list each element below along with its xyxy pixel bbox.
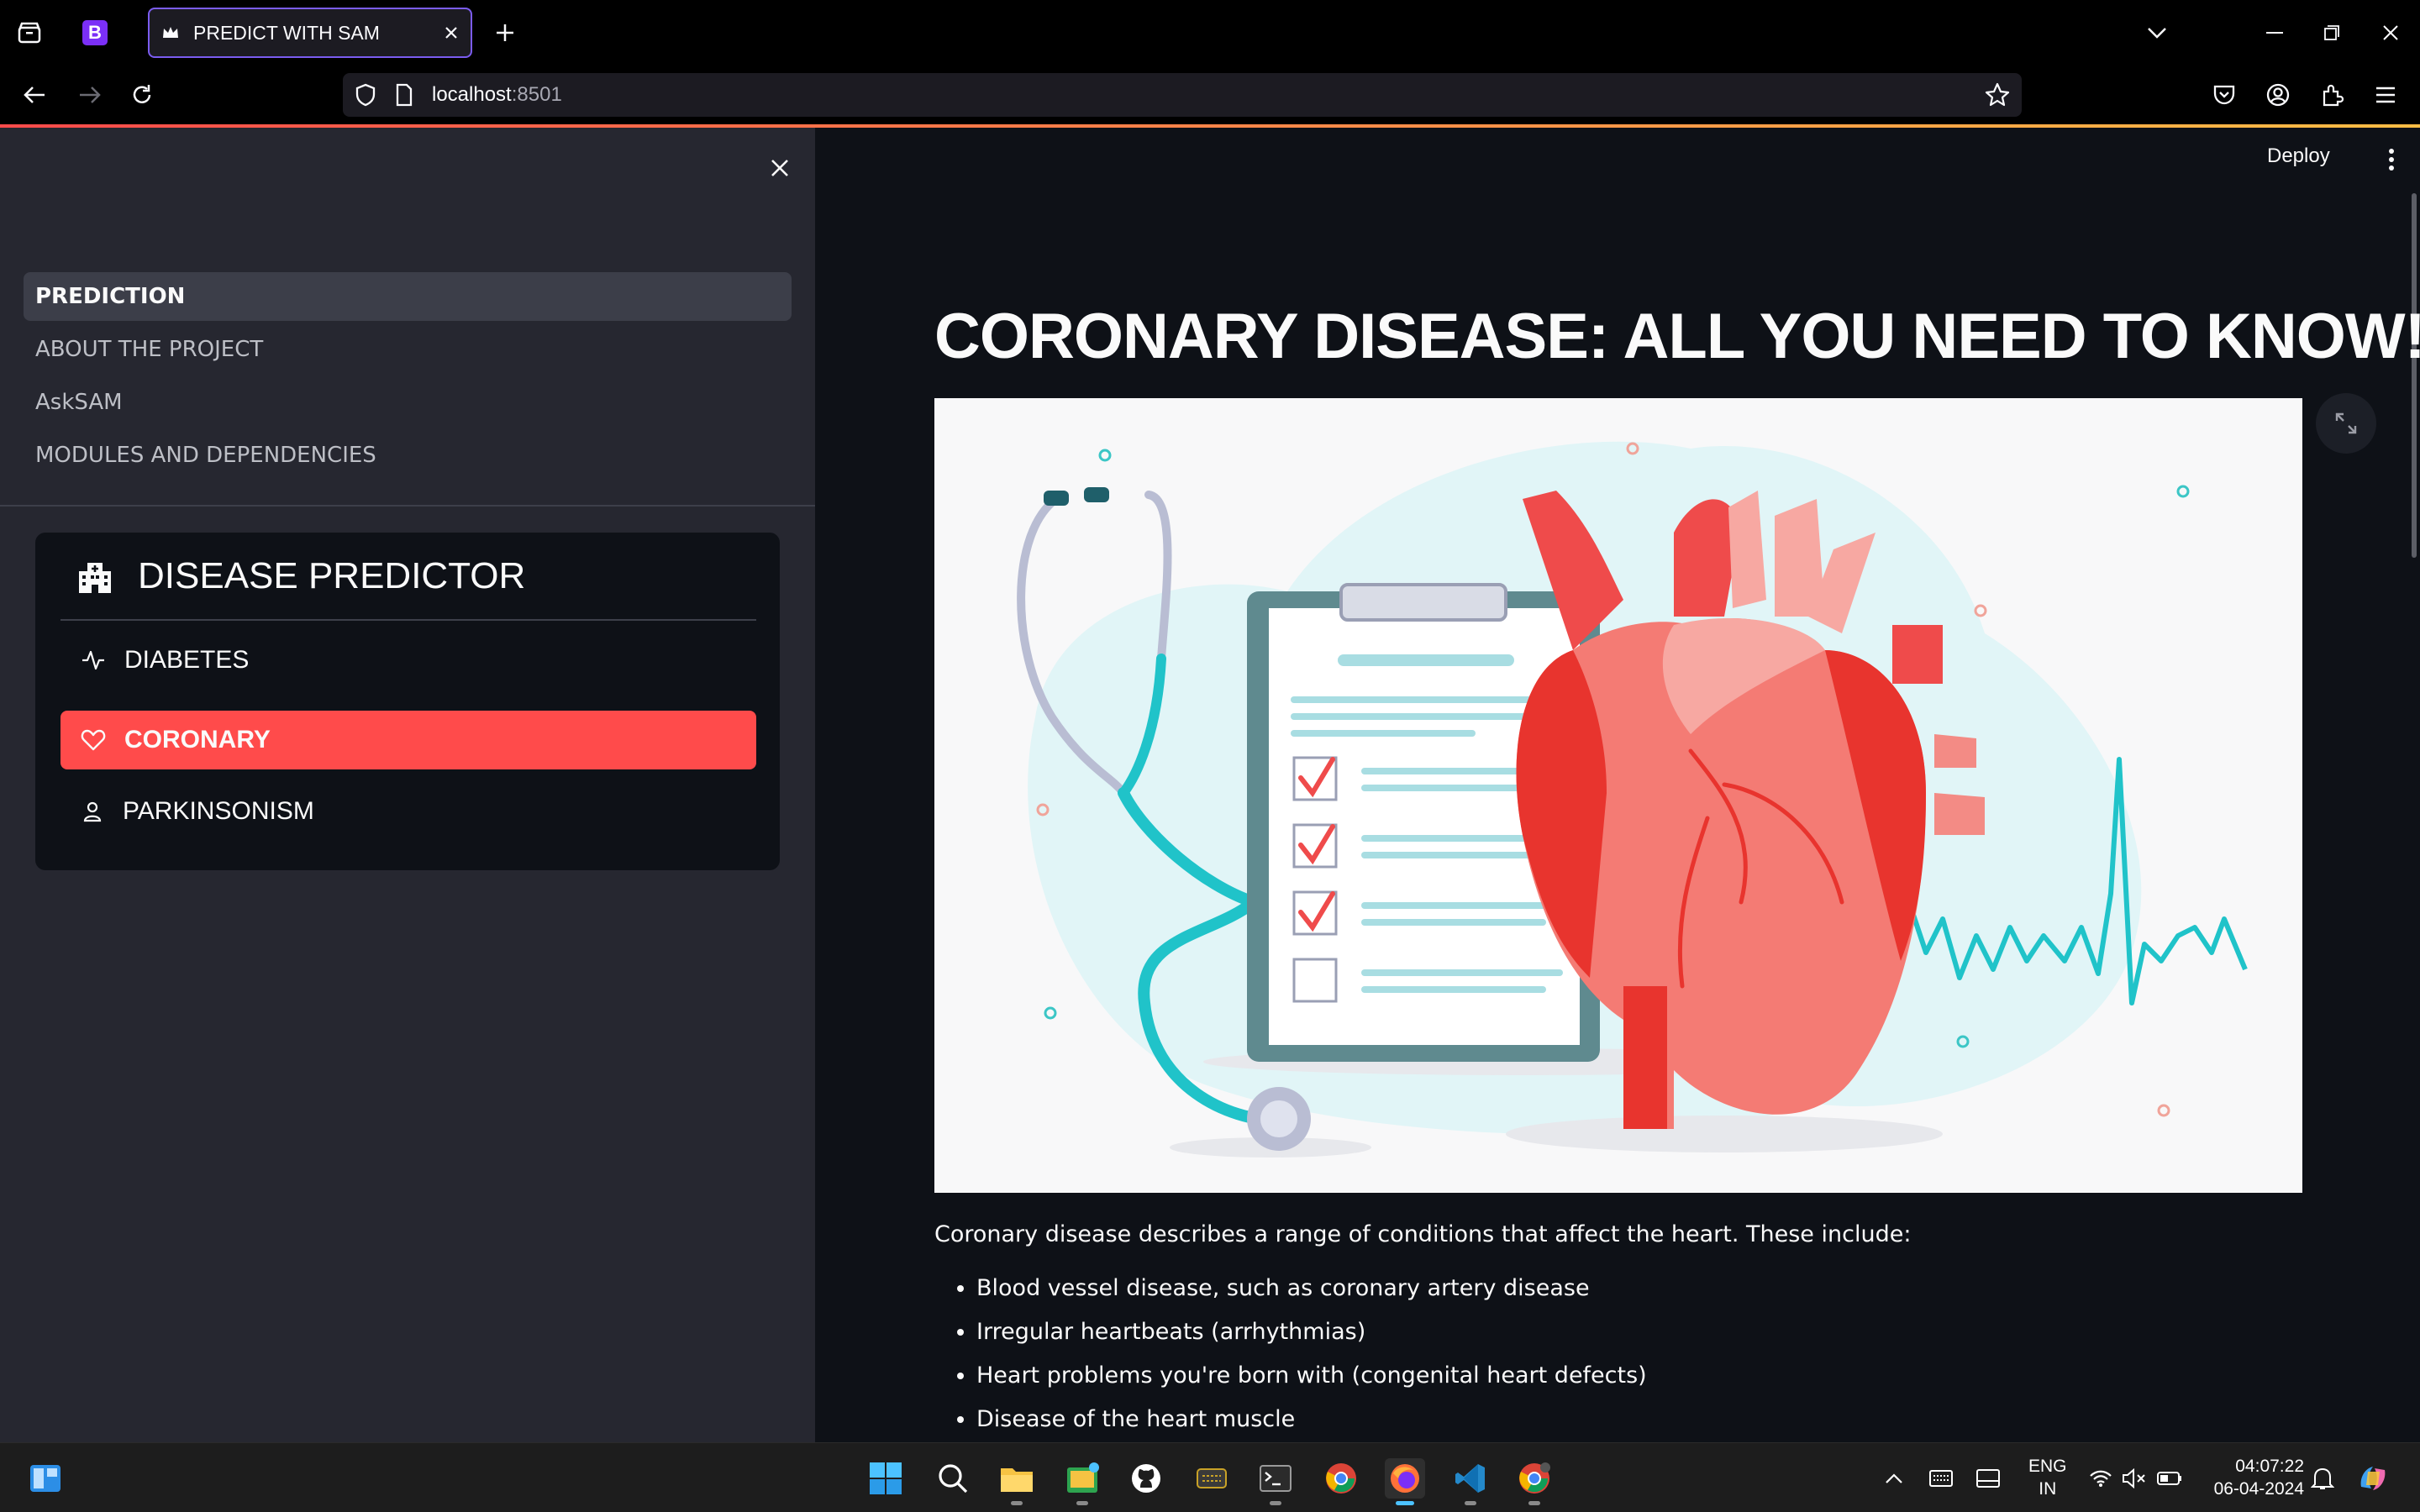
list-item: Heart problems you're born with (congeni… <box>976 1361 1647 1404</box>
url-text[interactable]: localhost:8501 <box>432 83 562 107</box>
start-icon[interactable] <box>865 1458 906 1499</box>
terminal-icon[interactable] <box>1255 1458 1296 1505</box>
volume-muted-icon[interactable] <box>2114 1458 2154 1499</box>
tab-title: PREDICT WITH SAM <box>193 21 380 44</box>
main-content: Deploy CORONARY DISEASE: ALL YOU NEED TO… <box>815 128 2420 1442</box>
browser-nav-bar: localhost:8501 <box>0 66 2420 124</box>
more-menu-icon[interactable] <box>2383 143 2400 176</box>
disease-predictor-menu: DISEASE PREDICTOR DIABETES CORONARY PARK… <box>35 533 780 870</box>
system-clock[interactable]: 04:07:22 06-04-2024 <box>2195 1455 2304 1500</box>
running-indicator <box>1270 1501 1281 1505</box>
deploy-button[interactable]: Deploy <box>2267 144 2330 168</box>
running-indicator <box>1076 1501 1088 1505</box>
page-title: CORONARY DISEASE: ALL YOU NEED TO KNOW! <box>934 301 2420 372</box>
search-icon[interactable] <box>933 1458 973 1499</box>
new-tab-icon[interactable] <box>489 17 521 49</box>
vscode-icon[interactable] <box>1450 1458 1491 1505</box>
list-item: Disease of the heart muscle <box>976 1404 1647 1442</box>
sidebar-divider <box>0 505 815 507</box>
disease-predictor-header: DISEASE PREDICTOR <box>60 533 756 621</box>
battery-icon[interactable] <box>2149 1458 2190 1499</box>
pinned-tab[interactable]: B <box>79 17 111 49</box>
sidebar-nav-label: MODULES AND DEPENDENCIES <box>35 443 376 468</box>
condition-list: Blood vessel disease, such as coronary a… <box>976 1273 1647 1442</box>
bookmark-star-icon[interactable] <box>1985 82 2010 108</box>
notification-bell-icon[interactable] <box>2302 1458 2343 1499</box>
page-icon[interactable] <box>395 83 413 107</box>
language-code: ENG <box>2028 1457 2067 1476</box>
shield-icon[interactable] <box>355 83 376 107</box>
running-indicator <box>1528 1501 1540 1505</box>
firefox-icon[interactable] <box>1385 1458 1425 1505</box>
account-icon[interactable] <box>2262 79 2294 111</box>
region-code: IN <box>2039 1479 2057 1499</box>
copilot-icon[interactable] <box>2353 1458 2393 1499</box>
forward-icon[interactable] <box>74 79 106 111</box>
chrome-icon[interactable] <box>1321 1458 1361 1499</box>
hospital-icon <box>76 558 114 595</box>
menu-item-label: PARKINSONISM <box>123 797 314 825</box>
github-icon[interactable] <box>1126 1458 1166 1499</box>
taskbar: ENG IN 04:07:22 06-04-2024 <box>0 1442 2420 1512</box>
file-explorer-icon[interactable] <box>997 1458 1037 1505</box>
chrome-profile-icon[interactable] <box>1514 1458 1555 1505</box>
restore-icon[interactable] <box>2316 17 2348 49</box>
widgets-icon[interactable] <box>25 1458 66 1499</box>
input-language-indicator[interactable]: ENG IN <box>2028 1455 2067 1500</box>
fullscreen-expand-icon[interactable] <box>2316 393 2376 454</box>
pocket-icon[interactable] <box>2208 79 2240 111</box>
sidebar-nav-asksam[interactable]: AskSAM <box>24 378 792 427</box>
clock-time: 04:07:22 <box>2235 1457 2304 1476</box>
url-port: :8501 <box>511 83 562 106</box>
extensions-icon[interactable] <box>2316 79 2348 111</box>
activity-icon <box>81 649 106 671</box>
sidebar-nav-label: PREDICTION <box>35 284 186 309</box>
url-bar[interactable]: localhost:8501 <box>343 73 2022 117</box>
running-indicator <box>1396 1501 1414 1505</box>
sidebar-close-icon[interactable] <box>761 150 798 186</box>
sidebar-nav-about[interactable]: ABOUT THE PROJECT <box>24 325 792 374</box>
sidebar-nav-label: ABOUT THE PROJECT <box>35 337 264 362</box>
disease-predictor-title: DISEASE PREDICTOR <box>138 554 526 596</box>
reload-icon[interactable] <box>126 79 158 111</box>
minimize-icon[interactable] <box>2259 17 2291 49</box>
show-hidden-icons-chevron-icon[interactable] <box>1874 1458 1914 1499</box>
list-tabs-chevron-icon[interactable] <box>2141 17 2173 49</box>
person-icon <box>81 800 104 823</box>
classroom-app-icon[interactable] <box>1062 1458 1102 1505</box>
heart-icon <box>81 728 106 752</box>
list-item: Blood vessel disease, such as coronary a… <box>976 1273 1647 1317</box>
sidebar-nav-label: AskSAM <box>35 390 123 415</box>
menu-item-label: CORONARY <box>124 726 271 753</box>
heart-illustration <box>934 398 2302 1193</box>
app-menu-icon[interactable] <box>2370 79 2402 111</box>
keyboard-icon[interactable] <box>1921 1458 1961 1499</box>
running-indicator <box>1011 1501 1023 1505</box>
tab-overview-icon[interactable] <box>13 17 45 49</box>
running-indicator <box>1465 1501 1476 1505</box>
sidebar: PREDICTION ABOUT THE PROJECT AskSAM MODU… <box>0 128 815 1442</box>
sidebar-nav-modules[interactable]: MODULES AND DEPENDENCIES <box>24 431 792 480</box>
scrollbar[interactable] <box>2412 193 2417 558</box>
menu-item-parkinsonism[interactable]: PARKINSONISM <box>60 782 756 841</box>
menu-item-coronary[interactable]: CORONARY <box>60 711 756 769</box>
keyboard-app-icon[interactable] <box>1192 1458 1232 1499</box>
menu-item-diabetes[interactable]: DIABETES <box>60 631 756 690</box>
url-host: localhost <box>432 83 512 106</box>
browser-tab-bar: B PREDICT WITH SAM <box>0 0 2420 66</box>
menu-item-label: DIABETES <box>124 646 250 674</box>
list-item: Irregular heartbeats (arrhythmias) <box>976 1317 1647 1361</box>
intro-paragraph: Coronary disease describes a range of co… <box>934 1221 1912 1247</box>
sidebar-nav-prediction[interactable]: PREDICTION <box>24 272 792 321</box>
crown-favicon-icon <box>161 25 180 40</box>
touchpad-icon[interactable] <box>1968 1458 2008 1499</box>
bootstrap-favicon-icon: B <box>82 20 108 45</box>
clock-date: 06-04-2024 <box>2213 1479 2304 1499</box>
close-window-icon[interactable] <box>2375 17 2407 49</box>
back-icon[interactable] <box>18 79 50 111</box>
tab-active[interactable]: PREDICT WITH SAM <box>148 8 472 58</box>
close-tab-icon[interactable] <box>444 25 459 40</box>
